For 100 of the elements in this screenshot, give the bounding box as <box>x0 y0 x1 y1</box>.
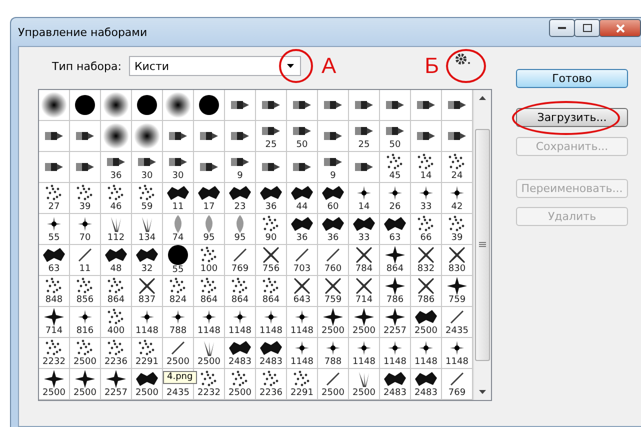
brush-preset[interactable]: 714 <box>349 276 380 307</box>
brush-preset[interactable]: 95 <box>194 214 225 245</box>
brush-preset[interactable] <box>256 90 287 121</box>
brush-preset[interactable]: 27 <box>39 183 70 214</box>
brush-preset[interactable]: 60 <box>318 183 349 214</box>
brush-preset[interactable] <box>287 152 318 183</box>
brush-preset[interactable]: 848 <box>39 276 70 307</box>
brush-preset[interactable]: 39 <box>70 183 101 214</box>
brush-preset[interactable]: 2291 <box>287 369 318 400</box>
brush-preset[interactable] <box>318 90 349 121</box>
brush-preset[interactable]: 74 <box>163 214 194 245</box>
brush-preset[interactable]: 837 <box>132 276 163 307</box>
brush-preset[interactable]: 36 <box>318 214 349 245</box>
brush-preset[interactable]: 769 <box>225 245 256 276</box>
brush-preset[interactable]: 760 <box>318 245 349 276</box>
brush-preset[interactable]: 112 <box>101 214 132 245</box>
brush-preset[interactable]: 2500 <box>411 307 442 338</box>
brush-preset[interactable]: 25 <box>349 121 380 152</box>
brush-preset[interactable]: 2500 <box>194 338 225 369</box>
brush-preset[interactable]: 2500 <box>163 338 194 369</box>
brush-preset[interactable]: 786 <box>411 276 442 307</box>
brush-preset[interactable]: 1148 <box>194 307 225 338</box>
brush-preset[interactable] <box>70 152 101 183</box>
brush-preset[interactable]: 2483 <box>225 338 256 369</box>
brush-preset[interactable]: 50 <box>287 121 318 152</box>
brush-preset[interactable]: 816 <box>70 307 101 338</box>
brush-preset[interactable] <box>287 90 318 121</box>
brush-preset[interactable]: 2500 <box>318 369 349 400</box>
brush-preset[interactable] <box>194 152 225 183</box>
brush-preset[interactable]: 2500 <box>349 307 380 338</box>
brush-preset[interactable]: 788 <box>318 338 349 369</box>
brush-preset[interactable]: 14 <box>349 183 380 214</box>
brush-preset[interactable]: 2257 <box>101 369 132 400</box>
brush-preset[interactable]: 2500 <box>349 369 380 400</box>
brush-preset[interactable] <box>70 121 101 152</box>
brush-preset[interactable]: 786 <box>380 276 411 307</box>
brush-preset[interactable]: 756 <box>256 245 287 276</box>
brush-preset[interactable] <box>163 90 194 121</box>
brush-preset[interactable] <box>101 121 132 152</box>
brush-preset[interactable] <box>101 90 132 121</box>
brush-preset[interactable]: 832 <box>411 245 442 276</box>
brush-preset[interactable] <box>39 90 70 121</box>
brush-preset[interactable]: 32 <box>132 245 163 276</box>
brush-preset[interactable]: 59 <box>132 183 163 214</box>
brush-preset[interactable]: 2236 <box>101 338 132 369</box>
brush-preset[interactable]: 2483 <box>411 369 442 400</box>
brush-preset[interactable]: 788 <box>163 307 194 338</box>
brush-preset[interactable]: 400 <box>101 307 132 338</box>
brush-preset[interactable]: 2435 4.png <box>163 369 194 400</box>
brush-preset[interactable]: 55 <box>39 214 70 245</box>
brush-preset[interactable] <box>225 90 256 121</box>
dialog-button[interactable]: Загрузить... <box>516 108 628 127</box>
brush-preset[interactable]: 864 <box>256 276 287 307</box>
scrollbar-thumb[interactable] <box>475 129 490 361</box>
brush-preset[interactable] <box>411 121 442 152</box>
brush-preset[interactable] <box>194 90 225 121</box>
dialog-button[interactable]: Готово <box>516 69 628 88</box>
settings-icon[interactable] <box>455 53 471 65</box>
brush-preset[interactable]: 36 <box>256 183 287 214</box>
brush-preset[interactable]: 824 <box>163 276 194 307</box>
brush-preset[interactable]: 2236 <box>256 369 287 400</box>
brush-preset[interactable]: 90 <box>256 214 287 245</box>
brush-preset[interactable] <box>411 90 442 121</box>
brush-preset[interactable]: 9 <box>225 152 256 183</box>
brush-preset[interactable] <box>256 152 287 183</box>
brush-preset[interactable]: 50 <box>380 121 411 152</box>
brush-preset[interactable]: 2500 <box>70 338 101 369</box>
brush-preset[interactable]: 2232 <box>39 338 70 369</box>
brush-preset[interactable] <box>194 121 225 152</box>
brush-preset[interactable]: 2483 <box>256 338 287 369</box>
close-button[interactable] <box>599 19 641 37</box>
brush-preset[interactable]: 864 <box>380 245 411 276</box>
brush-preset[interactable]: 17 <box>194 183 225 214</box>
scrollbar[interactable] <box>473 90 491 400</box>
brush-preset[interactable]: 134 <box>132 214 163 245</box>
brush-preset[interactable]: 1148 <box>287 338 318 369</box>
scroll-down-icon[interactable] <box>479 390 486 394</box>
brush-preset[interactable]: 55 <box>163 245 194 276</box>
brush-preset[interactable]: 2500 <box>132 369 163 400</box>
brush-preset[interactable]: 44 <box>287 183 318 214</box>
brush-preset[interactable]: 2500 <box>225 369 256 400</box>
brush-preset[interactable]: 784 <box>349 245 380 276</box>
brush-preset[interactable]: 33 <box>411 183 442 214</box>
brush-preset[interactable] <box>349 152 380 183</box>
brush-preset[interactable]: 46 <box>101 183 132 214</box>
brush-preset[interactable]: 1148 <box>380 338 411 369</box>
brush-preset[interactable]: 1148 <box>287 307 318 338</box>
brush-preset[interactable]: 2291 <box>132 338 163 369</box>
brush-preset[interactable] <box>225 121 256 152</box>
brush-preset[interactable]: 25 <box>256 121 287 152</box>
brush-preset[interactable]: 9 <box>318 152 349 183</box>
brush-preset[interactable]: 14 <box>411 152 442 183</box>
brush-preset[interactable]: 23 <box>225 183 256 214</box>
brush-preset[interactable]: 45 <box>380 152 411 183</box>
brush-preset[interactable] <box>39 152 70 183</box>
minimize-button[interactable] <box>549 19 575 37</box>
brush-preset[interactable]: 11 <box>70 245 101 276</box>
brush-preset[interactable]: 1148 <box>349 338 380 369</box>
brush-preset[interactable]: 30 <box>132 152 163 183</box>
brush-preset[interactable]: 864 <box>194 276 225 307</box>
